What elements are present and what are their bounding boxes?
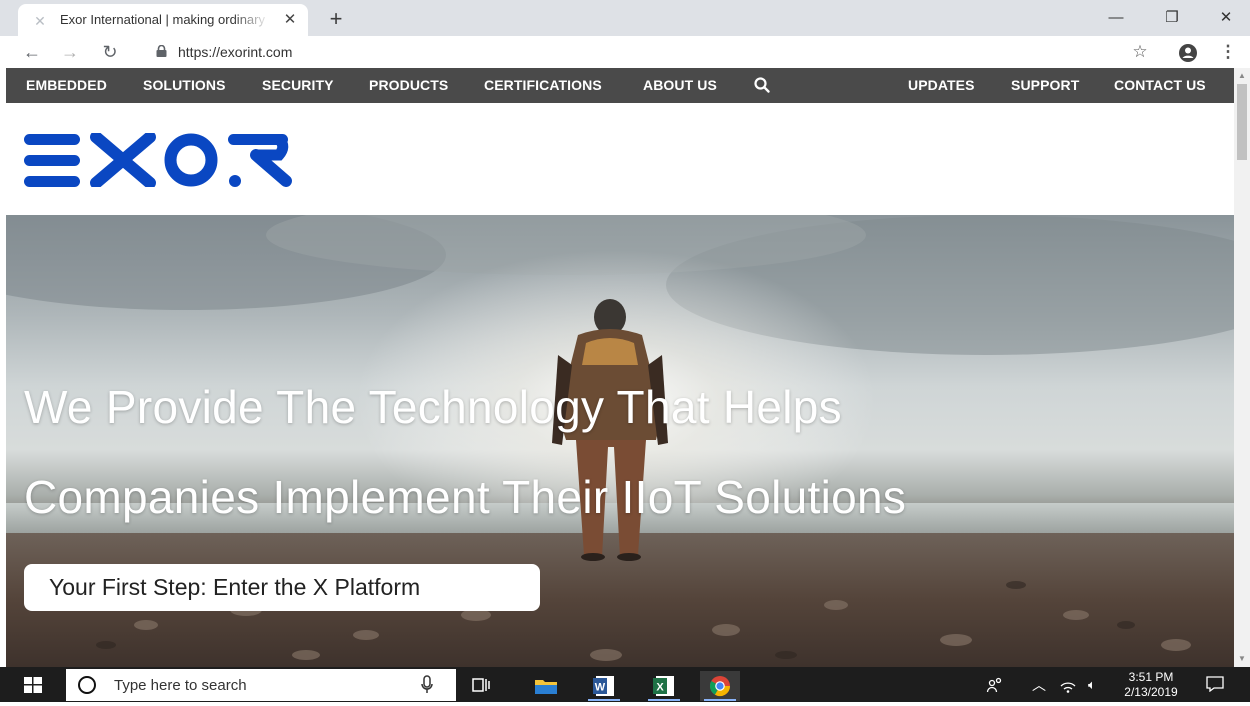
browser-tab-strip: ✕ Exor International | making ordinary ✕… xyxy=(0,0,1250,36)
nav-embedded[interactable]: EMBEDDED xyxy=(26,77,107,93)
hero-banner: We Provide The Technology That Helps Com… xyxy=(6,215,1234,667)
excel-icon[interactable]: X xyxy=(644,671,684,701)
taskbar-search-placeholder: Type here to search xyxy=(114,677,247,694)
url-text[interactable]: https://exorint.com xyxy=(178,44,292,60)
page-scrollbar[interactable]: ▲ ▼ xyxy=(1234,68,1250,668)
nav-solutions[interactable]: SOLUTIONS xyxy=(143,77,226,93)
svg-text:X: X xyxy=(656,682,664,694)
site-nav-bar: EMBEDDED SOLUTIONS SECURITY PRODUCTS CER… xyxy=(6,68,1234,103)
file-explorer-icon[interactable] xyxy=(526,671,566,701)
cortana-icon xyxy=(78,676,96,694)
chevron-up-icon[interactable]: ︿ xyxy=(1032,676,1046,694)
clock-date: 2/13/2019 xyxy=(1124,685,1178,699)
scroll-thumb[interactable] xyxy=(1237,84,1247,160)
wifi-icon[interactable] xyxy=(1060,676,1076,694)
tab-title: Exor International | making ordinary xyxy=(60,12,265,27)
taskbar-search-box[interactable]: Type here to search xyxy=(66,669,456,701)
search-icon[interactable] xyxy=(753,76,771,94)
forward-button[interactable]: → xyxy=(58,40,82,64)
notification-center-icon[interactable] xyxy=(1206,676,1224,692)
hero-headline-line2: Companies Implement Their IIoT Solutions xyxy=(24,471,907,523)
restore-button[interactable]: ❐ xyxy=(1152,6,1192,30)
nav-products[interactable]: PRODUCTS xyxy=(369,77,448,93)
clock-time: 3:51 PM xyxy=(1128,670,1174,684)
lock-icon xyxy=(156,45,167,57)
svg-text:W: W xyxy=(595,682,606,694)
people-icon[interactable] xyxy=(986,676,1004,694)
microphone-icon[interactable] xyxy=(420,675,434,695)
back-button[interactable]: ← xyxy=(20,40,44,64)
nav-updates[interactable]: UPDATES xyxy=(908,77,975,93)
windows-taskbar: Type here to search W X ︿ 🔈︎ 3:51 PM 2/1… xyxy=(0,667,1250,702)
header-logo-area xyxy=(6,103,1234,215)
browser-tab[interactable]: ✕ Exor International | making ordinary ✕ xyxy=(18,4,308,36)
windows-start-icon[interactable] xyxy=(24,677,42,693)
nav-contact-us[interactable]: CONTACT US xyxy=(1114,77,1206,93)
scroll-up-icon[interactable]: ▲ xyxy=(1237,71,1247,81)
bookmark-star-icon[interactable]: ☆ xyxy=(1128,40,1152,64)
nav-support[interactable]: SUPPORT xyxy=(1011,77,1079,93)
nav-about-us[interactable]: ABOUT US xyxy=(643,77,717,93)
exor-x-icon: ✕ xyxy=(34,13,46,29)
nav-certifications[interactable]: CERTIFICATIONS xyxy=(484,77,602,93)
chrome-icon[interactable] xyxy=(700,671,740,701)
new-tab-button[interactable]: + xyxy=(324,7,348,31)
close-tab-icon[interactable]: ✕ xyxy=(280,10,300,30)
volume-icon[interactable]: 🔈︎ xyxy=(1088,676,1096,694)
taskbar-clock[interactable]: 3:51 PM 2/13/2019 xyxy=(1116,670,1186,700)
word-icon[interactable]: W xyxy=(584,671,624,701)
browser-menu-icon[interactable]: ⋮ xyxy=(1216,40,1240,64)
enter-x-platform-button[interactable]: Your First Step: Enter the X Platform xyxy=(24,564,540,611)
hero-headline-line1: We Provide The Technology That Helps xyxy=(24,381,842,433)
scroll-down-icon[interactable]: ▼ xyxy=(1237,654,1247,664)
address-bar[interactable] xyxy=(142,39,1162,65)
account-icon[interactable] xyxy=(1178,43,1198,63)
task-view-icon[interactable] xyxy=(462,671,502,701)
close-window-button[interactable]: ✕ xyxy=(1206,6,1246,30)
nav-security[interactable]: SECURITY xyxy=(262,77,334,93)
reload-button[interactable]: ↻ xyxy=(98,40,122,64)
minimize-button[interactable]: — xyxy=(1096,6,1136,30)
exor-logo[interactable] xyxy=(24,133,294,187)
